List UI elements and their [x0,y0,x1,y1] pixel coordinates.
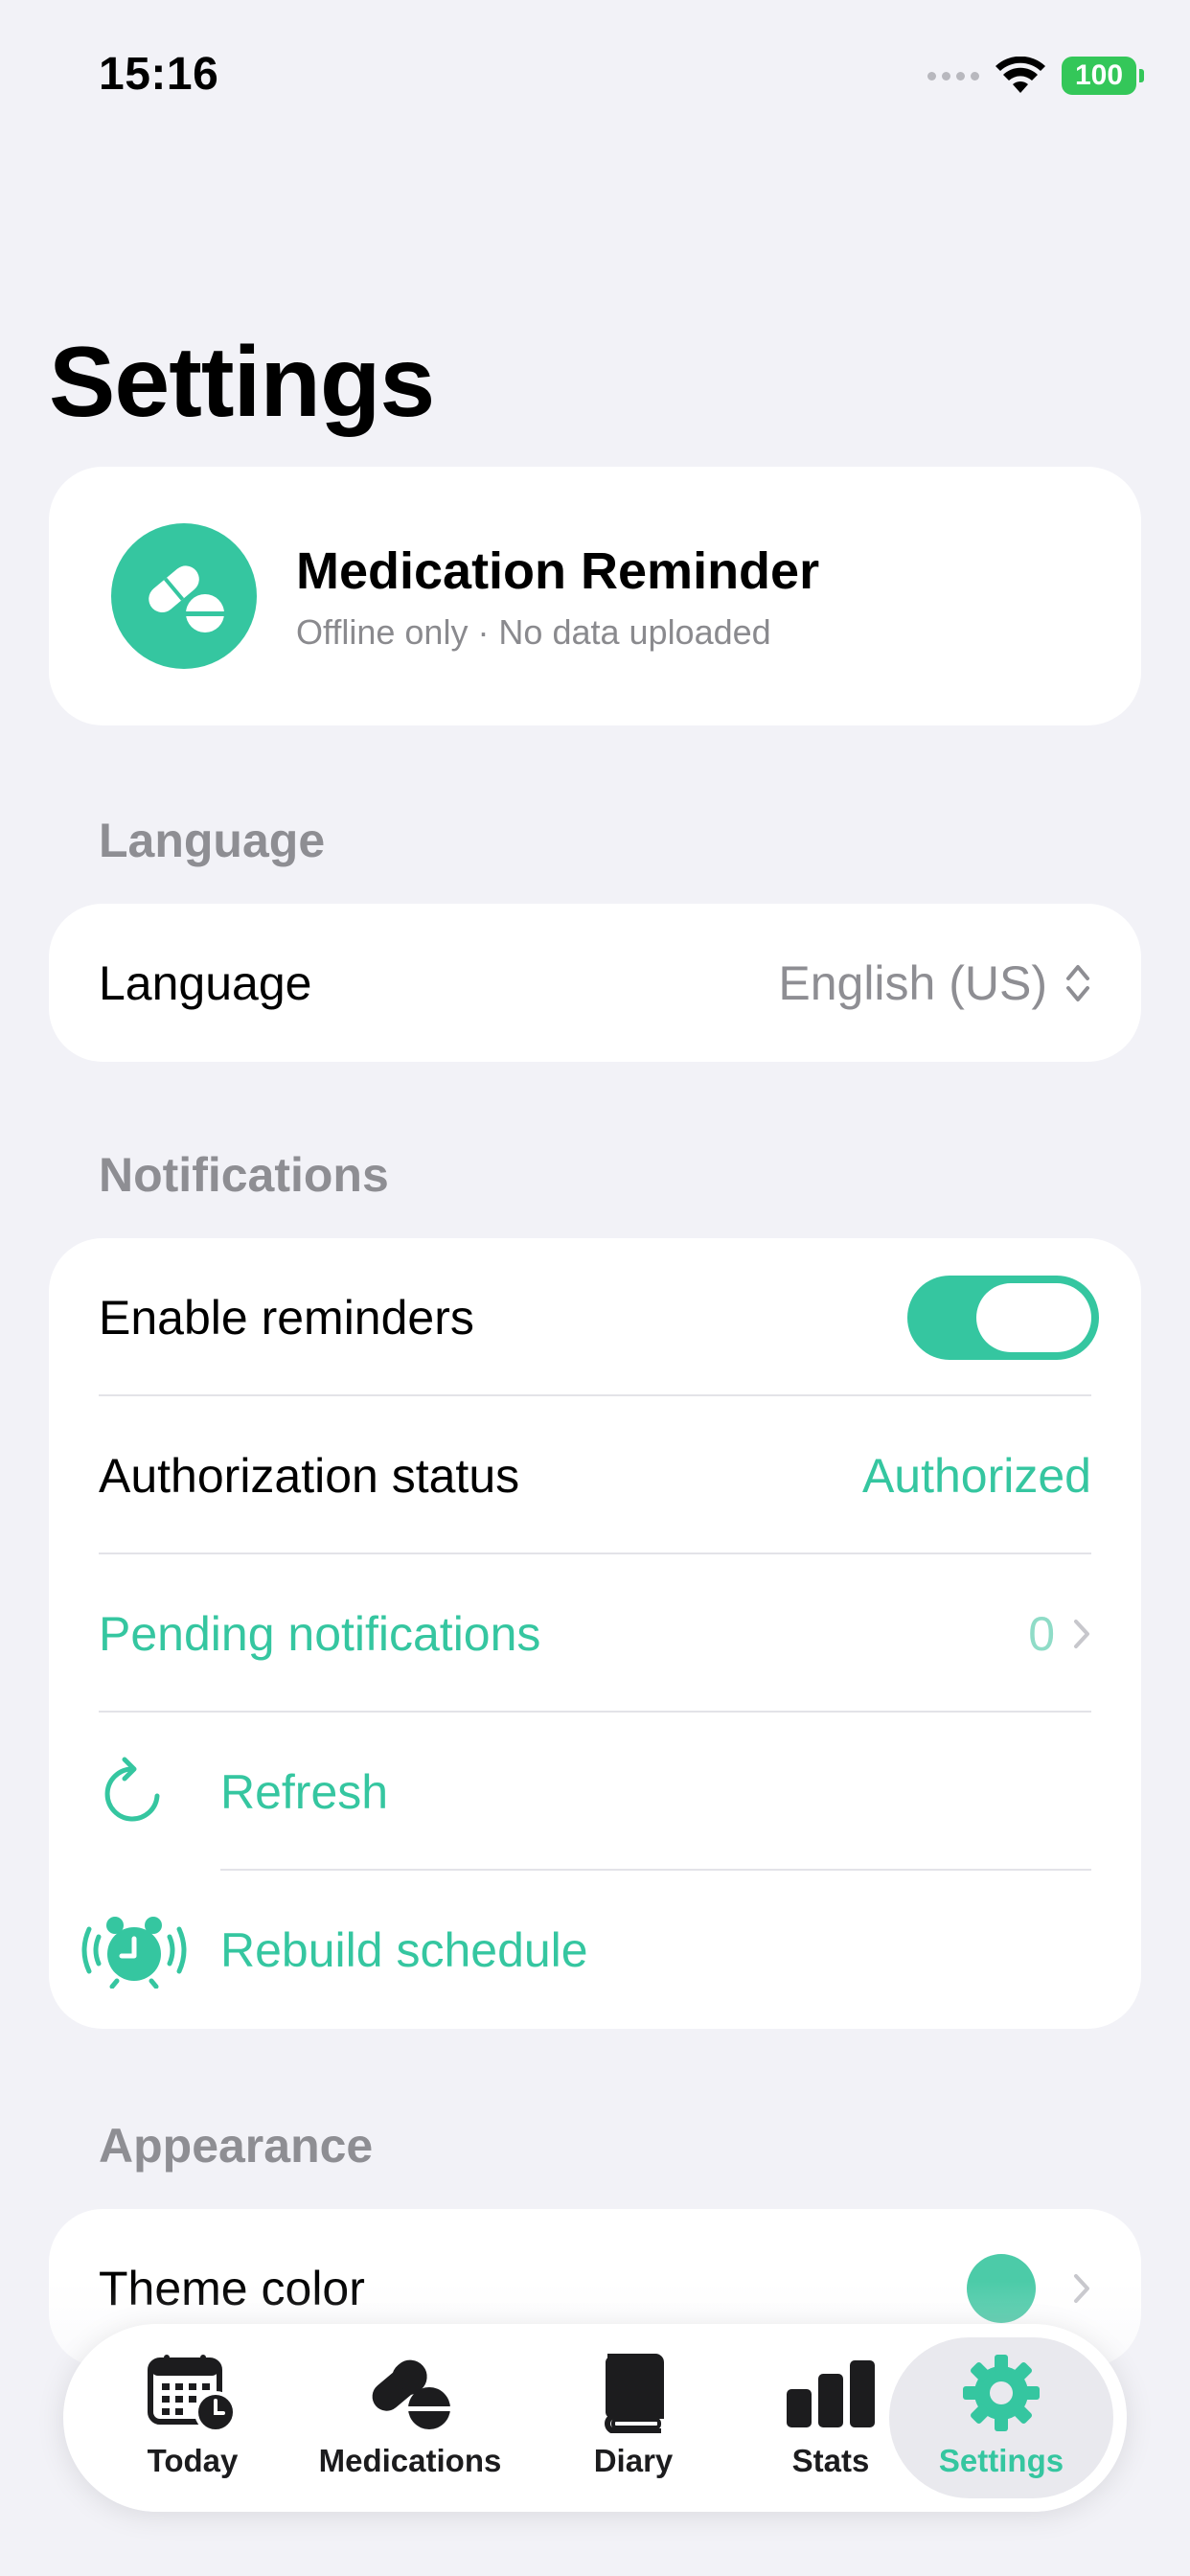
wifi-icon [995,57,1045,93]
pill-icon [111,523,257,669]
alarm-clock-icon [81,1916,187,1989]
toggle-knob [976,1282,1091,1352]
rebuild-schedule-label: Rebuild schedule [220,1922,588,1977]
settings-screen: 15:16 100 Settings Medication Reminder O… [0,0,1190,2576]
tab-bar: Today Medications Diary Stats Settings [63,2324,1127,2512]
pending-notifications-label: Pending notifications [99,1606,541,1661]
theme-color-label: Theme color [99,2261,365,2315]
pending-notifications-row[interactable]: Pending notifications 0 [49,1554,1141,1713]
chevron-right-icon [1074,1619,1089,1648]
app-info-card: Medication Reminder Offline only · No da… [49,467,1141,725]
tab-settings[interactable]: Settings [889,2337,1113,2498]
language-value: English (US) [778,955,1091,1011]
status-indicators: 100 [927,52,1144,100]
language-card: Language English (US) [49,904,1141,1062]
battery-level: 100 [1074,59,1124,91]
authorization-status-row: Authorization status Authorized [49,1396,1141,1554]
language-label: Language [99,955,312,1010]
chevron-up-down-icon [1066,964,1089,1001]
theme-color-swatch [967,2253,1036,2323]
theme-color-value [967,2253,1091,2323]
rebuild-schedule-row[interactable]: Rebuild schedule [49,1871,1141,2029]
battery-icon: 100 [1062,57,1144,95]
refresh-label: Refresh [220,1764,389,1819]
tab-medications[interactable]: Medications [303,2337,517,2498]
tab-label: Medications [318,2443,502,2478]
book-icon [605,2354,664,2433]
app-name: Medication Reminder [296,542,820,600]
gear-icon [963,2355,1040,2431]
enable-reminders-label: Enable reminders [99,1290,474,1345]
chevron-right-icon [1074,2273,1089,2303]
pills-icon [372,2359,450,2429]
pending-notifications-value: 0 [1028,1606,1091,1662]
enable-reminders-toggle[interactable] [907,1275,1099,1360]
tab-label: Stats [791,2443,870,2478]
language-selected: English (US) [778,955,1047,1010]
cellular-signal-icon [927,71,979,80]
app-subtitle: Offline only · No data uploaded [296,612,771,652]
pending-count: 0 [1028,1606,1055,1661]
calendar-clock-icon [148,2355,237,2433]
refresh-row[interactable]: Refresh [49,1713,1141,1871]
status-time: 15:16 [99,49,219,100]
enable-reminders-row: Enable reminders [49,1238,1141,1396]
tab-label: Today [147,2443,239,2478]
page-title: Settings [49,327,435,438]
notifications-card: Enable reminders Authorization status Au… [49,1238,1141,2029]
tab-label: Diary [593,2443,674,2478]
tab-label: Settings [938,2443,1064,2478]
refresh-icon [104,1757,160,1821]
authorization-status-label: Authorization status [99,1448,520,1503]
authorization-status-value: Authorized [861,1448,1091,1503]
bar-chart-icon [787,2360,875,2427]
section-header-notifications: Notifications [99,1148,389,1202]
section-header-appearance: Appearance [99,2119,374,2173]
tab-diary[interactable]: Diary [550,2337,717,2498]
section-header-language: Language [99,814,326,867]
tab-today[interactable]: Today [109,2337,276,2498]
language-row[interactable]: Language English (US) [49,904,1141,1062]
